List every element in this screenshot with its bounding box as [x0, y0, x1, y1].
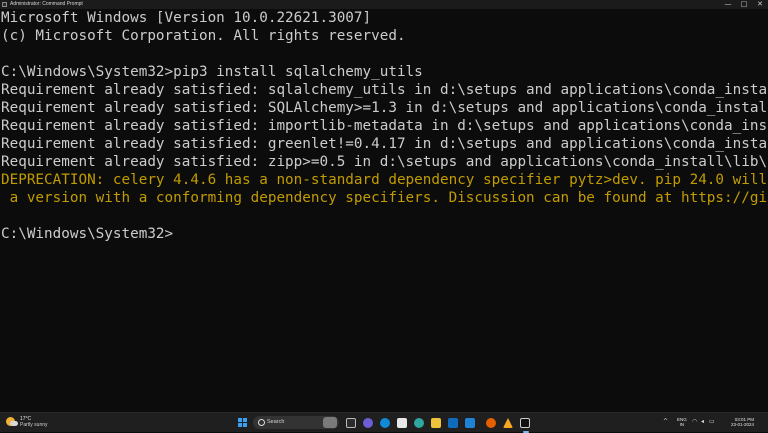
- terminal-line: (c) Microsoft Corporation. All rights re…: [1, 28, 406, 44]
- weather-condition: Partly sunny: [20, 422, 48, 428]
- command-prompt-taskbar-icon[interactable]: [520, 418, 530, 433]
- keyboard-region: IN: [679, 422, 685, 427]
- outlook-icon[interactable]: [465, 418, 475, 428]
- minimize-button[interactable]: —: [720, 0, 736, 9]
- start-button[interactable]: [238, 418, 248, 428]
- search-icon: [258, 419, 265, 426]
- terminal-line: Requirement already satisfied: importlib…: [1, 118, 768, 134]
- deprecation-warning-line: DEPRECATION: celery 4.4.6 has a non-stan…: [1, 172, 768, 188]
- windows-logo-icon: [238, 418, 242, 422]
- terminal-output[interactable]: Microsoft Windows [Version 10.0.22621.30…: [0, 9, 768, 412]
- terminal-line: Requirement already satisfied: greenlet!…: [1, 136, 768, 152]
- search-placeholder: Search: [267, 419, 285, 425]
- partly-sunny-icon: [6, 417, 18, 426]
- mail-icon[interactable]: [448, 418, 458, 428]
- chat-icon[interactable]: [363, 418, 373, 428]
- clock[interactable]: 03:01 PM 23-01-2024: [724, 417, 754, 427]
- file-explorer-icon[interactable]: [431, 418, 441, 428]
- terminal-line: C:\Windows\System32>pip3 install sqlalch…: [1, 64, 423, 80]
- clock-date: 23-01-2024: [730, 422, 754, 427]
- windows-logo-pane: [243, 423, 247, 427]
- wifi-icon[interactable]: ◠: [692, 417, 697, 427]
- vlc-icon[interactable]: [503, 418, 513, 428]
- deprecation-warning-line: a version with a conforming dependency s…: [1, 190, 768, 206]
- terminal-line: Microsoft Windows [Version 10.0.22621.30…: [1, 10, 372, 26]
- taskbar-search-box[interactable]: Search: [253, 416, 339, 429]
- firefox-icon[interactable]: [486, 418, 496, 428]
- edge-icon[interactable]: [414, 418, 424, 428]
- search-highlight-icon: [323, 417, 337, 428]
- close-button[interactable]: ✕: [752, 0, 768, 9]
- volume-icon[interactable]: ◂: [701, 417, 704, 427]
- terminal-line: Requirement already satisfied: sqlalchem…: [1, 82, 768, 98]
- windows-logo-pane: [243, 418, 247, 422]
- skype-icon[interactable]: [380, 418, 390, 428]
- command-prompt[interactable]: C:\Windows\System32>: [1, 225, 768, 243]
- store-icon[interactable]: [397, 418, 407, 428]
- maximize-button[interactable]: □: [736, 0, 752, 9]
- title-bar[interactable]: Administrator: Command Prompt — □ ✕: [0, 0, 768, 9]
- cmd-icon: [2, 2, 7, 7]
- window-title: Administrator: Command Prompt: [10, 1, 83, 7]
- terminal-line: Requirement already satisfied: zipp>=0.5…: [1, 154, 768, 170]
- windows-logo-pane: [238, 423, 242, 427]
- battery-icon[interactable]: ▭: [709, 417, 715, 427]
- task-view-icon[interactable]: [346, 418, 356, 428]
- show-hidden-icons-chevron[interactable]: ^: [663, 417, 668, 427]
- terminal-line: Requirement already satisfied: SQLAlchem…: [1, 100, 768, 116]
- language-indicator[interactable]: ENG IN: [677, 417, 687, 427]
- taskbar: 17°C Partly sunny Search ^ ENG IN ◠ ◂ ▭ …: [0, 412, 768, 433]
